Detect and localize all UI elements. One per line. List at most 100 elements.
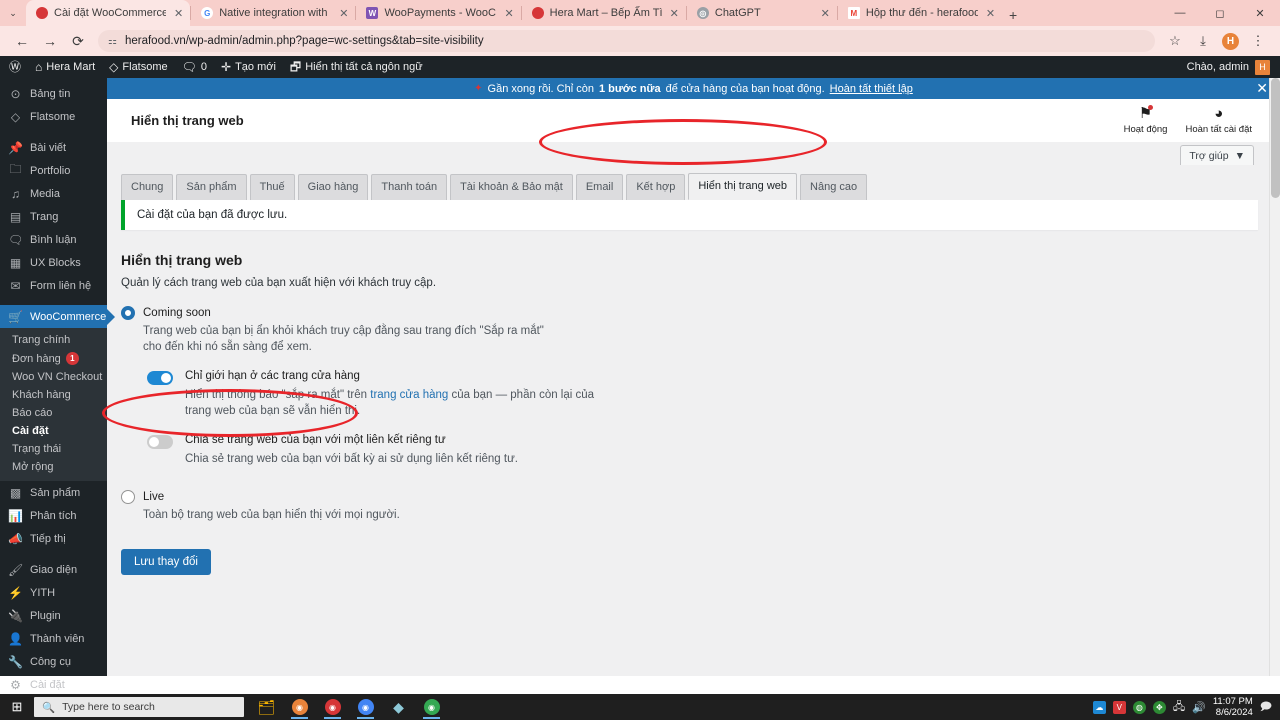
network-icon[interactable]: 🖧	[1173, 698, 1185, 717]
reload-button[interactable]: ⟳	[64, 28, 92, 54]
tab-ket-hop[interactable]: Kết hợp	[626, 174, 686, 200]
close-icon[interactable]: ✕	[821, 7, 830, 20]
close-icon[interactable]: ✕	[986, 7, 995, 20]
close-icon[interactable]: ✕	[1256, 80, 1268, 97]
notes-icon[interactable]: ◆	[382, 694, 415, 720]
save-changes-button[interactable]: Lưu thay đổi	[121, 549, 211, 575]
submenu-item-reports[interactable]: Báo cáo	[0, 404, 107, 422]
download-icon[interactable]: ⤓	[1189, 28, 1217, 54]
close-icon[interactable]: ✕	[339, 7, 348, 20]
sidebar-item-tools[interactable]: 🔧 Công cụ	[0, 650, 107, 673]
green-app-icon[interactable]: ◍	[1132, 700, 1146, 714]
close-icon[interactable]: ✕	[174, 7, 183, 20]
help-button[interactable]: Trợ giúp ▼	[1180, 145, 1254, 165]
activity-button[interactable]: ⚑ Hoạt động	[1124, 105, 1167, 135]
chrome-icon-2[interactable]: ◉	[349, 694, 382, 720]
profile-avatar[interactable]: H	[1222, 32, 1239, 50]
adminbar-languages[interactable]: 🗗 Hiển thị tất cả ngôn ngữ	[283, 56, 430, 78]
adminbar-flatsome[interactable]: ◇ Flatsome	[102, 56, 174, 78]
sidebar-item-woocommerce[interactable]: 🛒 WooCommerce	[0, 305, 107, 328]
action-center-icon[interactable]: 🗩	[1260, 698, 1272, 717]
tab-thanh-toan[interactable]: Thanh toán	[371, 174, 448, 200]
chrome-icon-3[interactable]: ◉	[415, 694, 448, 720]
onedrive-icon[interactable]: ☁	[1092, 700, 1106, 714]
option-live[interactable]: Live	[121, 489, 1258, 505]
update-icon[interactable]: ✥	[1152, 700, 1166, 714]
browser-tab-1[interactable]: G Native integration with Google ✕	[191, 0, 355, 26]
new-tab-button[interactable]: +	[1002, 4, 1024, 26]
close-icon[interactable]: ✕	[504, 7, 513, 20]
page-scrollbar[interactable]	[1269, 78, 1280, 676]
sidebar-item-flatsome[interactable]: ◇ Flatsome	[0, 105, 107, 128]
toggle-restrict-store-pages[interactable]	[147, 371, 173, 385]
scrollbar-thumb[interactable]	[1271, 78, 1280, 198]
tab-nang-cao[interactable]: Nâng cao	[800, 174, 868, 200]
browser-tab-2[interactable]: W WooPayments - WooCommerc ✕	[356, 0, 520, 26]
tab-hien-thi-trang-web[interactable]: Hiển thị trang web	[688, 173, 798, 200]
finish-setup-link[interactable]: Hoàn tất thiết lập	[830, 83, 913, 95]
file-explorer-icon[interactable]: 🗂	[250, 694, 283, 720]
sidebar-item-media[interactable]: ♫ Media	[0, 182, 107, 205]
sidebar-item-analytics[interactable]: 📊 Phân tích	[0, 504, 107, 527]
radio-live[interactable]	[121, 490, 135, 504]
submenu-item-status[interactable]: Trạng thái	[0, 440, 107, 458]
sidebar-item-plugins[interactable]: 🔌 Plugin	[0, 604, 107, 627]
browser-tab-3[interactable]: Hera Mart – Bếp Ấm Tình Thân ✕	[522, 0, 686, 26]
submenu-item-settings[interactable]: Cài đặt	[0, 422, 107, 440]
submenu-item-customers[interactable]: Khách hàng	[0, 386, 107, 404]
sidebar-item-contact-form[interactable]: ✉ Form liên hệ	[0, 274, 107, 297]
v-app-icon[interactable]: V	[1112, 700, 1126, 714]
sidebar-item-comments[interactable]: 🗨 Bình luận	[0, 228, 107, 251]
adminbar-new[interactable]: ✛ Tạo mới	[214, 56, 283, 78]
close-window-button[interactable]: ✕	[1240, 7, 1280, 20]
close-icon[interactable]: ✕	[670, 7, 679, 20]
windows-start-icon[interactable]: ⊞	[0, 699, 34, 715]
minimize-button[interactable]: —	[1160, 7, 1200, 19]
tab-email[interactable]: Email	[575, 174, 624, 200]
sidebar-item-users[interactable]: 👤 Thành viên	[0, 627, 107, 650]
sidebar-item-settings[interactable]: ⚙ Cài đặt	[0, 673, 107, 696]
volume-icon[interactable]: 🔊	[1192, 701, 1206, 714]
adminbar-comments[interactable]: 🗨 0	[175, 56, 214, 78]
bookmark-star-icon[interactable]: ☆	[1161, 28, 1189, 54]
tab-thue[interactable]: Thuế	[249, 174, 295, 200]
submenu-item-home[interactable]: Trang chính	[0, 331, 107, 349]
adminbar-site-name[interactable]: ⌂ Hera Mart	[28, 56, 102, 78]
toggle-share-private-link[interactable]	[147, 435, 173, 449]
chrome-icon[interactable]: ◉	[283, 694, 316, 720]
sidebar-item-products[interactable]: ▩ Sản phẩm	[0, 481, 107, 504]
browser-tab-5[interactable]: M Hộp thư đến - herafoodvietnam ✕	[838, 0, 1002, 26]
sidebar-item-yith[interactable]: ⚡ YITH	[0, 581, 107, 604]
browser-tab-0[interactable]: Cài đặt WooCommerce ‹ Hera ✕	[26, 0, 191, 26]
submenu-item-orders[interactable]: Đơn hàng 1	[0, 349, 107, 368]
site-settings-icon[interactable]: ⚏	[108, 36, 117, 47]
taskbar-search-input[interactable]: 🔍 Type here to search	[34, 697, 244, 717]
sidebar-item-dashboard[interactable]: ⊙ Bảng tin	[0, 82, 107, 105]
adminbar-account[interactable]: Chào, admin H	[1187, 59, 1278, 75]
submenu-item-woo-vn-checkout[interactable]: Woo VN Checkout	[0, 368, 107, 386]
wordpress-logo-icon[interactable]: Ⓦ	[2, 56, 28, 78]
kebab-menu-icon[interactable]: ⋮	[1244, 28, 1272, 54]
store-page-link[interactable]: trang cửa hàng	[370, 389, 448, 401]
taskbar-clock[interactable]: 11:07 PM 8/6/2024	[1213, 696, 1253, 718]
sidebar-item-marketing[interactable]: 📣 Tiếp thị	[0, 527, 107, 550]
sidebar-item-appearance[interactable]: 🖌 Giao diện	[0, 558, 107, 581]
option-coming-soon[interactable]: Coming soon	[121, 305, 1258, 321]
finish-setup-button[interactable]: ◕ Hoàn tất cài đặt	[1185, 106, 1252, 136]
forward-button[interactable]: →	[36, 28, 64, 54]
sidebar-item-pages[interactable]: ▤ Trang	[0, 205, 107, 228]
submenu-item-extensions[interactable]: Mở rộng	[0, 458, 107, 476]
tab-search-icon[interactable]: ⌄	[0, 0, 26, 26]
sidebar-item-portfolio[interactable]: 🗀 Portfolio	[0, 159, 107, 182]
app-icon[interactable]: ◉	[316, 694, 349, 720]
tab-chung[interactable]: Chung	[121, 174, 174, 200]
tab-giao-hang[interactable]: Giao hàng	[297, 174, 369, 200]
sidebar-item-ux-blocks[interactable]: ▦ UX Blocks	[0, 251, 107, 274]
maximize-button[interactable]: ◻	[1200, 7, 1240, 20]
radio-coming-soon[interactable]	[121, 306, 135, 320]
back-button[interactable]: ←	[8, 28, 36, 54]
sidebar-item-posts[interactable]: 📌 Bài viết	[0, 136, 107, 159]
tab-tai-khoan-bao-mat[interactable]: Tài khoản & Bảo mật	[450, 174, 573, 200]
address-bar[interactable]: ⚏ herafood.vn/wp-admin/admin.php?page=wc…	[98, 30, 1155, 52]
tab-san-pham[interactable]: Sản phẩm	[176, 174, 247, 200]
